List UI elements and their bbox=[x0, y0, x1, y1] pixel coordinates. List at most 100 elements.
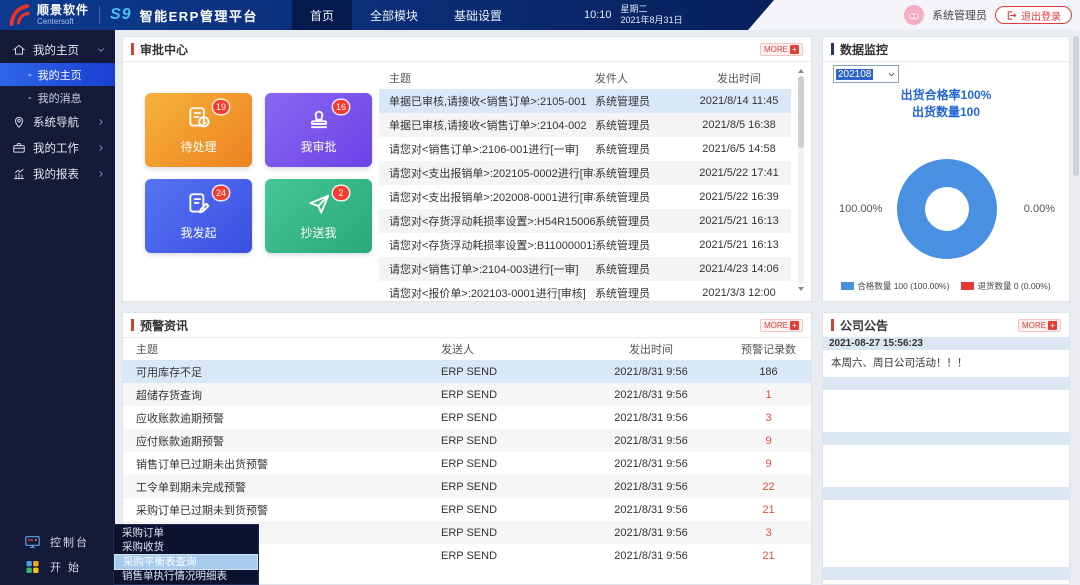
top-nav-tab[interactable]: 全部模块 bbox=[352, 0, 436, 30]
brand: 顺景软件 Centersoft S9 智能ERP管理平台 bbox=[6, 1, 258, 29]
sidebar-subitem[interactable]: -我的消息 bbox=[0, 86, 115, 109]
start-grid-icon bbox=[24, 559, 41, 575]
data-monitor-panel: 数据监控 202108 出货合格率100% 出货数量100 100.00% 0.… bbox=[822, 36, 1070, 302]
sidebar-item-nav[interactable]: 系统导航 bbox=[0, 109, 115, 135]
notice-date-row[interactable] bbox=[823, 432, 1069, 445]
row-subject: 单据已审核,请接收<销售订单>:2104-002 bbox=[379, 117, 595, 133]
top-nav-tab[interactable]: 首页 bbox=[292, 0, 352, 30]
notice-content bbox=[823, 445, 1069, 487]
alert-row[interactable]: 销售订单已过期未出货预警ERP SEND2021/8/31 9:569 bbox=[123, 452, 811, 475]
approval-row[interactable]: 单据已审核,请接收<销售订单>:2104-002系统管理员2021/8/5 16… bbox=[379, 113, 791, 137]
alert-row[interactable]: 应付账款逾期预警ERP SEND2021/8/31 9:569 bbox=[123, 429, 811, 452]
scroll-up-arrow[interactable] bbox=[798, 69, 804, 73]
row-time: 2021/8/31 9:56 bbox=[576, 389, 726, 401]
panel-accent bbox=[831, 43, 834, 55]
approval-row[interactable]: 请您对<存货浮动耗损率设置>:B11000001进行[审核]系统管理员2021/… bbox=[379, 233, 791, 257]
sidebar-item-work[interactable]: 我的工作 bbox=[0, 135, 115, 161]
alert-row[interactable]: 采购订单已过期未到货预警ERP SEND2021/8/31 9:5621 bbox=[123, 498, 811, 521]
date: 2021年8月31日 bbox=[621, 15, 683, 26]
approval-center-panel: 审批中心 MORE + 19待处理16我审批24我发起2抄送我 主题 发件人 发… bbox=[122, 36, 812, 302]
sidebar-subitem-label: 我的消息 bbox=[38, 90, 82, 106]
sidebar-item-label: 系统导航 bbox=[33, 114, 96, 130]
row-time: 2021/6/5 14:58 bbox=[687, 143, 791, 155]
start-popup-menu: 采购订单采购收货采购平衡表查询销售单执行情况明细表 bbox=[113, 524, 259, 585]
approval-tile-approve[interactable]: 16我审批 bbox=[265, 93, 372, 167]
row-time: 2021/5/22 17:41 bbox=[687, 167, 791, 179]
top-nav-tab[interactable]: 基础设置 bbox=[436, 0, 520, 30]
notice-date-row[interactable] bbox=[823, 567, 1069, 580]
logout-button[interactable]: 退出登录 bbox=[995, 6, 1072, 24]
notice-date-row[interactable] bbox=[823, 377, 1069, 390]
legend-label: 退货数量 0 (0.00%) bbox=[977, 280, 1050, 292]
approval-row[interactable]: 请您对<销售订单>:2106-001进行[一审]系统管理员2021/6/5 14… bbox=[379, 137, 791, 161]
row-time: 2021/8/31 9:56 bbox=[576, 550, 726, 562]
row-sender: 系统管理员 bbox=[595, 285, 687, 301]
popup-item[interactable]: 采购订单 bbox=[114, 526, 258, 540]
popup-item[interactable]: 采购收货 bbox=[114, 540, 258, 554]
approval-more-link[interactable]: MORE + bbox=[760, 43, 803, 56]
alerts-more-link[interactable]: MORE + bbox=[760, 319, 803, 332]
alert-row[interactable]: 可用库存不足ERP SEND2021/8/31 9:56186 bbox=[123, 360, 811, 383]
row-sender: ERP SEND bbox=[441, 458, 576, 470]
row-subject: 销售订单已过期未出货预警 bbox=[123, 456, 441, 472]
scroll-down-arrow[interactable] bbox=[798, 287, 804, 291]
user-avatar[interactable] bbox=[904, 5, 924, 25]
alert-row[interactable]: 应收账款逾期预警ERP SEND2021/8/31 9:563 bbox=[123, 406, 811, 429]
tile-label: 我发起 bbox=[180, 224, 216, 241]
sidebar-item-report[interactable]: 我的报表 bbox=[0, 161, 115, 187]
paper-plane-icon bbox=[306, 191, 332, 217]
row-alert-count: 21 bbox=[726, 550, 811, 562]
clock-time: 10:10 bbox=[584, 9, 612, 21]
alert-row[interactable]: 超储存货查询ERP SEND2021/8/31 9:561 bbox=[123, 383, 811, 406]
notice-date-row[interactable]: 2021-08-27 15:56:23 bbox=[823, 337, 1069, 350]
chart-legend: 合格数量 100 (100.00%)退货数量 0 (0.00%) bbox=[823, 280, 1069, 292]
logo-en: Centersoft bbox=[37, 18, 89, 26]
start-button[interactable]: 开 始 bbox=[0, 554, 115, 579]
row-sender: ERP SEND bbox=[441, 481, 576, 493]
row-subject: 单据已审核,请接收<销售订单>:2105-001 bbox=[379, 93, 595, 109]
page-scrollbar-thumb[interactable] bbox=[1073, 36, 1079, 176]
col-header-sender: 发送人 bbox=[441, 341, 576, 357]
alerts-panel-title: 预警资讯 bbox=[140, 317, 188, 334]
donut-hole bbox=[925, 187, 969, 231]
notice-content: 本周六、周日公司活动！！！ bbox=[823, 350, 1069, 377]
approval-tiles: 19待处理16我审批24我发起2抄送我 bbox=[145, 93, 372, 253]
approval-row[interactable]: 单据已审核,请接收<销售订单>:2105-001系统管理员2021/8/14 1… bbox=[379, 89, 791, 113]
notice-date-row[interactable] bbox=[823, 487, 1069, 500]
legend-swatch bbox=[961, 282, 974, 290]
clock-date: 星期二 2021年8月31日 bbox=[621, 4, 683, 26]
page-scrollbar[interactable] bbox=[1072, 30, 1080, 585]
console-button[interactable]: 控制台 bbox=[0, 529, 115, 554]
doc-pen-icon bbox=[186, 191, 212, 217]
row-time: 2021/8/5 16:38 bbox=[687, 119, 791, 131]
clock: 10:10 星期二 2021年8月31日 bbox=[584, 0, 683, 30]
approval-row[interactable]: 请您对<支出报销单>:202105-0002进行[审核]系统管理员2021/5/… bbox=[379, 161, 791, 185]
popup-item[interactable]: 销售单执行情况明细表 bbox=[114, 569, 258, 583]
approval-row[interactable]: 请您对<存货浮动耗损率设置>:H54R15006002进行[审核]系统管理员20… bbox=[379, 209, 791, 233]
row-alert-count: 186 bbox=[726, 366, 811, 378]
topbar-right: 系统管理员 退出登录 bbox=[904, 0, 1072, 30]
approval-row[interactable]: 请您对<支出报销单>:202008-0001进行[审核]系统管理员2021/5/… bbox=[379, 185, 791, 209]
approval-tile-start[interactable]: 24我发起 bbox=[145, 179, 252, 253]
approval-tile-cc[interactable]: 2抄送我 bbox=[265, 179, 372, 253]
approval-row[interactable]: 请您对<销售订单>:2104-003进行[一审]系统管理员2021/4/23 1… bbox=[379, 257, 791, 281]
period-select[interactable]: 202108 bbox=[833, 65, 899, 83]
popup-item[interactable]: 采购平衡表查询 bbox=[115, 555, 257, 569]
row-alert-count: 21 bbox=[726, 504, 811, 516]
row-sender: 系统管理员 bbox=[595, 237, 687, 253]
alert-row[interactable]: 工令单到期未完成预警ERP SEND2021/8/31 9:5622 bbox=[123, 475, 811, 498]
sidebar-subitem[interactable]: -我的主页 bbox=[0, 63, 115, 86]
row-time: 2021/3/3 12:00 bbox=[687, 287, 791, 299]
doc-clock-icon bbox=[186, 105, 212, 131]
panel-accent bbox=[131, 43, 134, 55]
notice-more-link[interactable]: MORE + bbox=[1018, 319, 1061, 332]
monitor-icon bbox=[24, 534, 41, 550]
sidebar-item-home[interactable]: 我的主页 bbox=[0, 37, 115, 63]
approval-row[interactable]: 请您对<报价单>:202103-0001进行[审核]系统管理员2021/3/3 … bbox=[379, 281, 791, 305]
scroll-track[interactable] bbox=[798, 76, 804, 284]
scroll-thumb[interactable] bbox=[798, 76, 804, 148]
approval-table-body: 单据已审核,请接收<销售订单>:2105-001系统管理员2021/8/14 1… bbox=[379, 89, 791, 305]
row-sender: ERP SEND bbox=[441, 527, 576, 539]
approval-tile-todo[interactable]: 19待处理 bbox=[145, 93, 252, 167]
monitor-panel-header: 数据监控 bbox=[823, 37, 1069, 62]
